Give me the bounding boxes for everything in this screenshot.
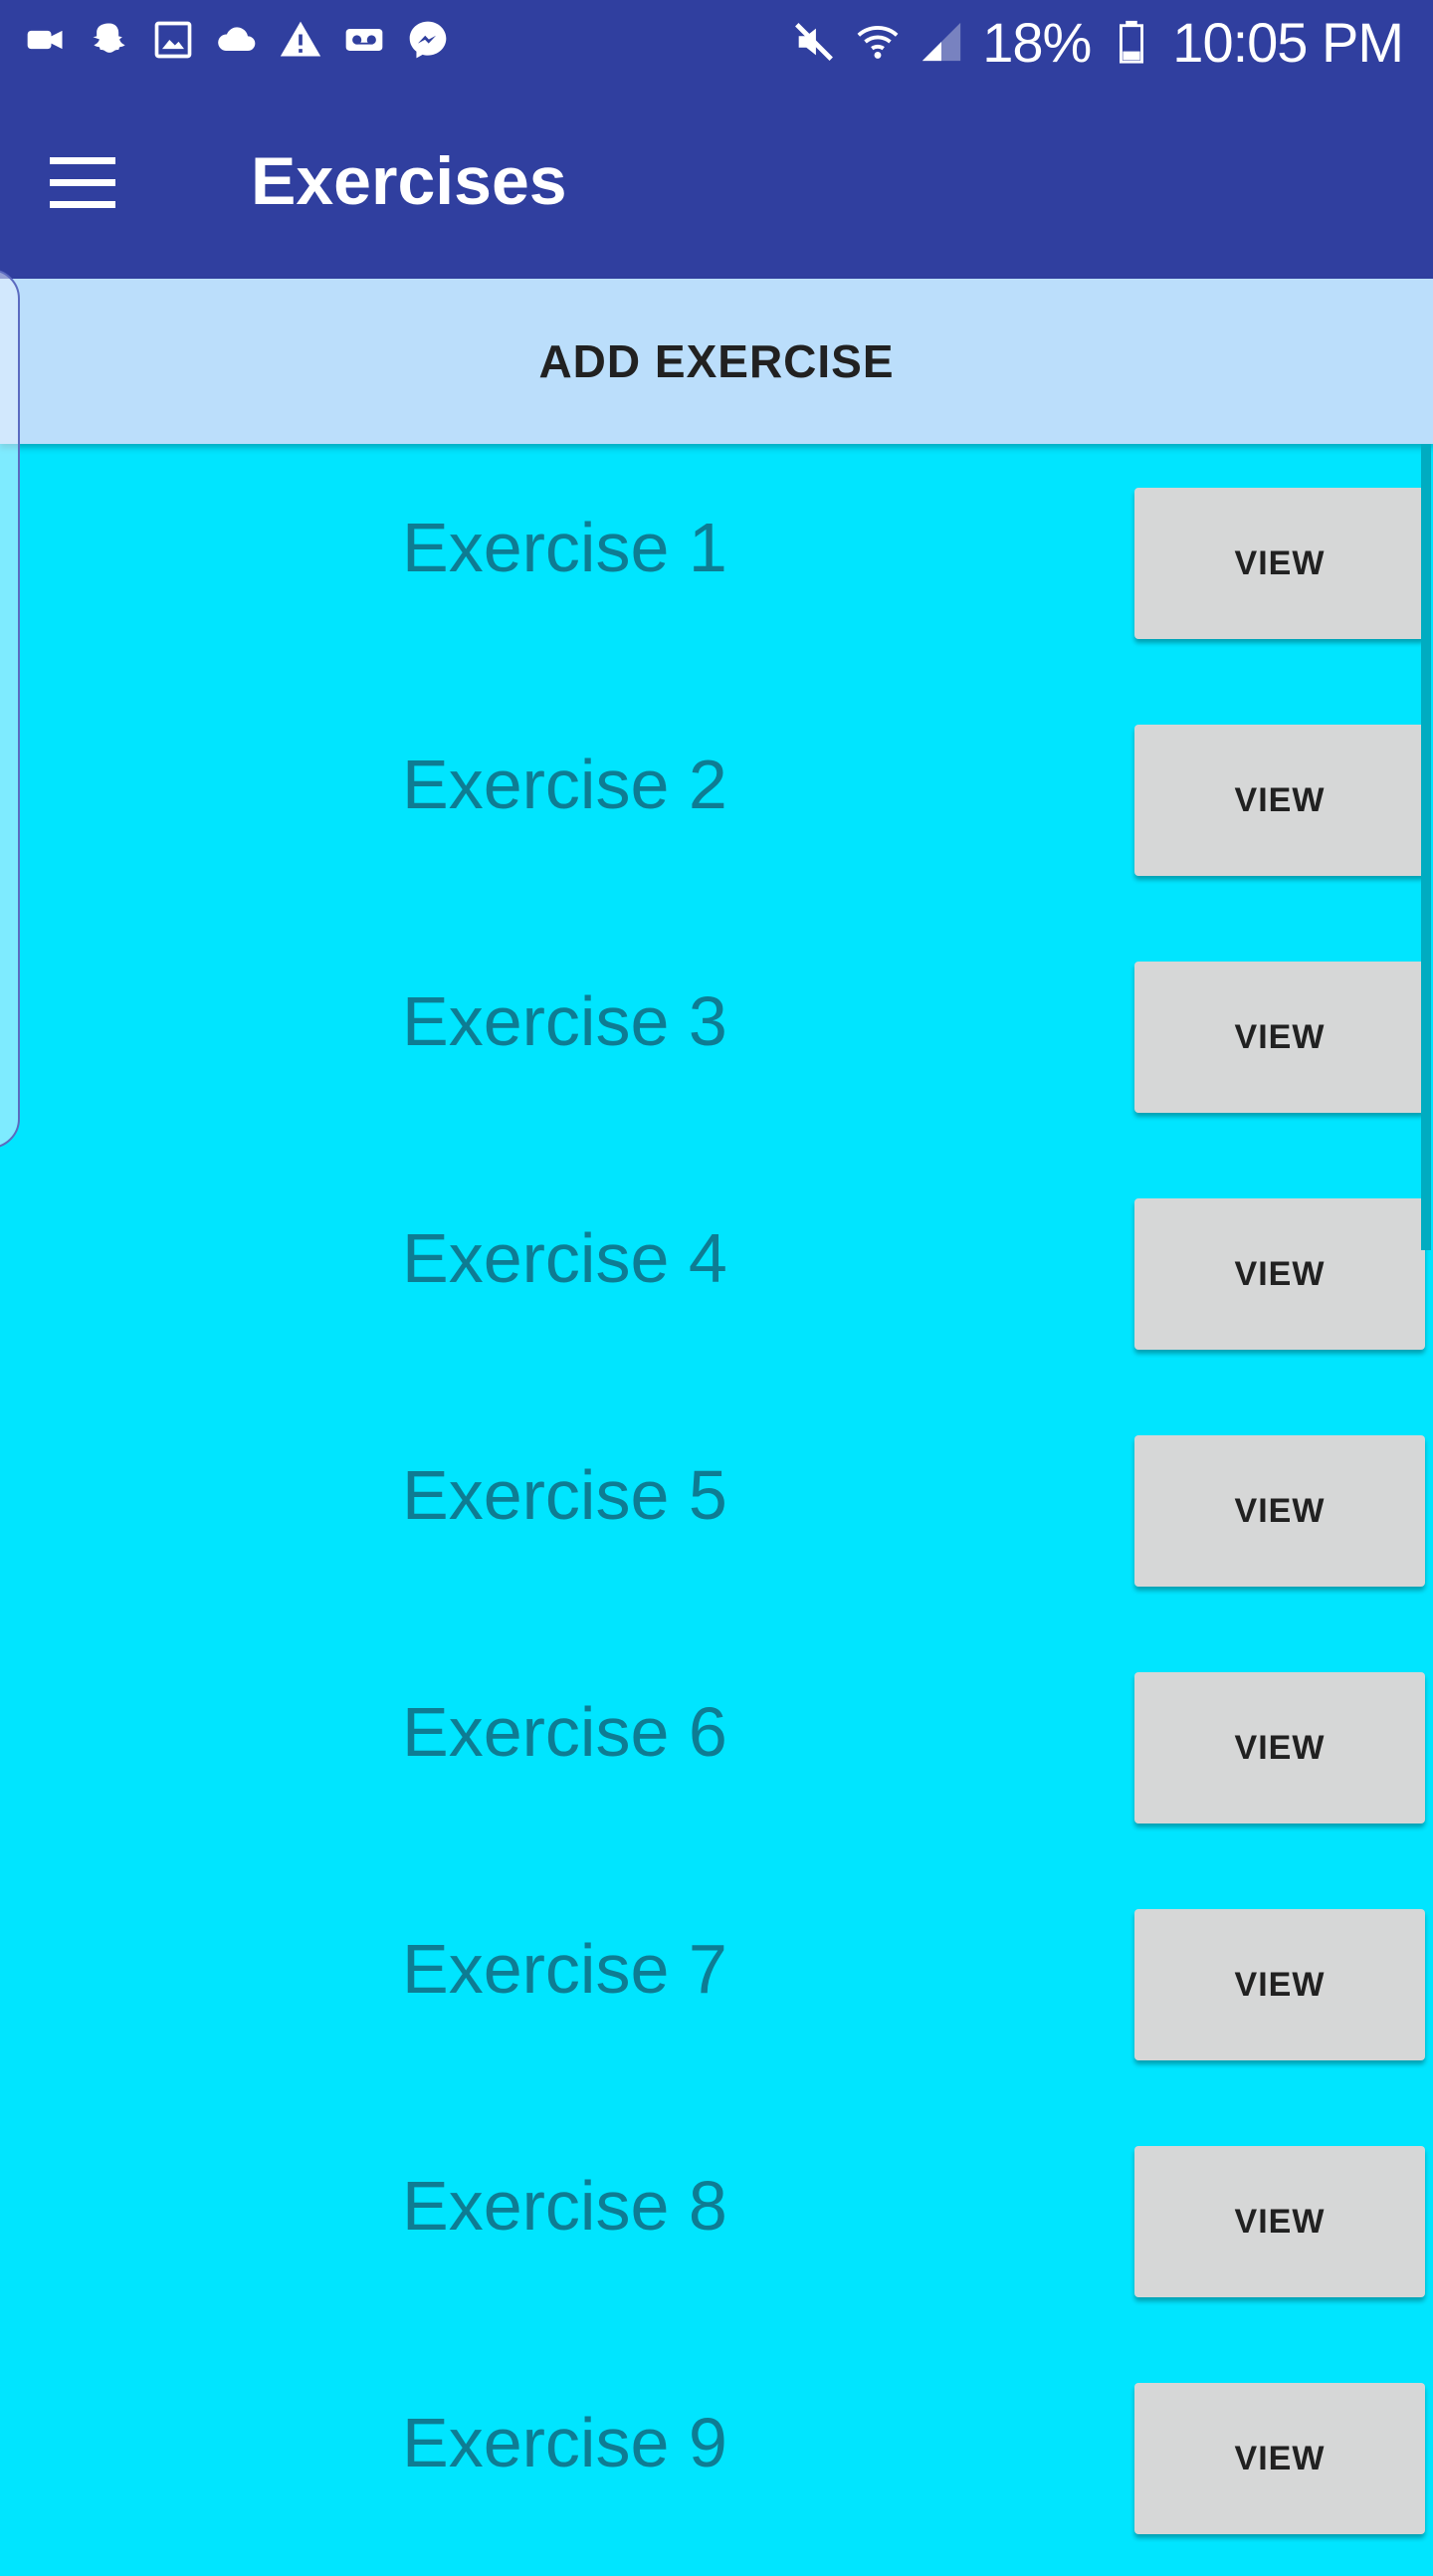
view-button-label: VIEW [1234, 1728, 1326, 1767]
battery-icon [1120, 20, 1144, 64]
voicemail-icon [345, 29, 383, 51]
clock: 10:05 PM [1172, 10, 1404, 74]
list-item: Exercise 3 VIEW [0, 918, 1433, 1155]
view-button-label: VIEW [1234, 1254, 1326, 1293]
app-bar: Exercises [0, 84, 1433, 279]
view-button[interactable]: VIEW [1134, 1672, 1425, 1824]
exercise-name: Exercise 1 [402, 509, 727, 586]
list-item: Exercise 7 VIEW [0, 1865, 1433, 2102]
hamburger-menu-icon[interactable] [40, 141, 127, 225]
view-button-label: VIEW [1234, 1017, 1326, 1056]
exercise-name: Exercise 5 [402, 1456, 727, 1534]
status-bar: 18% 10:05 PM [0, 0, 1433, 84]
signal-icon [922, 22, 961, 62]
view-button-label: VIEW [1234, 2202, 1326, 2241]
wifi-icon [857, 26, 899, 59]
exercise-name: Exercise 8 [402, 2167, 727, 2245]
view-button[interactable]: VIEW [1134, 488, 1425, 639]
list-item: Exercise 2 VIEW [0, 681, 1433, 918]
list-item: Exercise 9 VIEW [0, 2339, 1433, 2576]
image-icon [154, 21, 192, 59]
list-item: Exercise 1 VIEW [0, 444, 1433, 681]
list-item: Exercise 6 VIEW [0, 1628, 1433, 1865]
list-item: Exercise 8 VIEW [0, 2102, 1433, 2339]
view-button[interactable]: VIEW [1134, 1435, 1425, 1587]
view-button-label: VIEW [1234, 543, 1326, 582]
battery-percent: 18% [982, 10, 1092, 74]
warning-icon [280, 21, 321, 57]
view-button[interactable]: VIEW [1134, 1198, 1425, 1350]
exercise-name: Exercise 3 [402, 982, 727, 1060]
view-button[interactable]: VIEW [1134, 725, 1425, 876]
list-item: Exercise 4 VIEW [0, 1155, 1433, 1392]
scrollbar[interactable] [1421, 444, 1431, 1250]
view-button[interactable]: VIEW [1134, 2146, 1425, 2297]
exercise-name: Exercise 7 [402, 1930, 727, 2008]
exercise-name: Exercise 2 [402, 746, 727, 823]
system-status: 18% 10:05 PM [791, 10, 1404, 74]
page-title: Exercises [251, 143, 567, 219]
view-button-label: VIEW [1234, 1491, 1326, 1530]
view-button[interactable]: VIEW [1134, 962, 1425, 1113]
view-button-label: VIEW [1234, 1965, 1326, 2004]
exercise-name: Exercise 6 [402, 1693, 727, 1771]
add-exercise-button[interactable]: ADD EXERCISE [0, 279, 1433, 444]
list-item: Exercise 5 VIEW [0, 1392, 1433, 1628]
add-exercise-label: ADD EXERCISE [538, 335, 895, 387]
view-button-label: VIEW [1234, 780, 1326, 819]
mute-icon [795, 23, 834, 61]
exercise-name: Exercise 9 [402, 2404, 727, 2481]
notification-icons [24, 18, 450, 62]
view-button[interactable]: VIEW [1134, 2383, 1425, 2534]
snapchat-icon [93, 23, 125, 53]
exercise-name: Exercise 4 [402, 1219, 727, 1297]
messenger-icon [409, 21, 447, 59]
video-icon [27, 30, 63, 50]
cloud-icon [218, 27, 256, 51]
view-button[interactable]: VIEW [1134, 1909, 1425, 2060]
view-button-label: VIEW [1234, 2439, 1326, 2477]
